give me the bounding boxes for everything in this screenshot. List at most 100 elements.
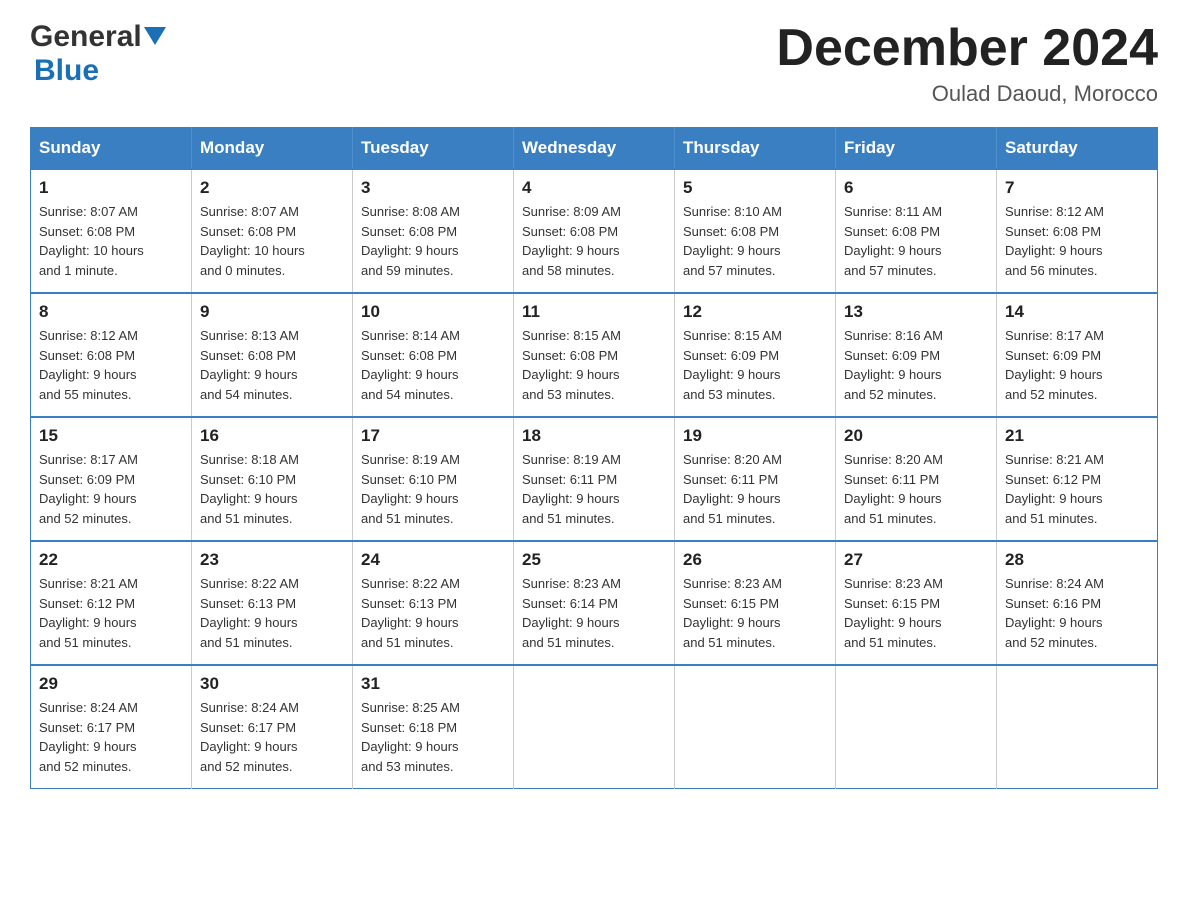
day-info: Sunrise: 8:15 AM Sunset: 6:09 PM Dayligh… xyxy=(683,326,827,404)
day-number: 26 xyxy=(683,550,827,570)
logo-general-text: General xyxy=(30,20,142,54)
calendar-week-row: 29 Sunrise: 8:24 AM Sunset: 6:17 PM Dayl… xyxy=(31,665,1158,789)
table-row: 29 Sunrise: 8:24 AM Sunset: 6:17 PM Dayl… xyxy=(31,665,192,789)
day-info: Sunrise: 8:21 AM Sunset: 6:12 PM Dayligh… xyxy=(1005,450,1149,528)
header-saturday: Saturday xyxy=(997,128,1158,170)
day-number: 23 xyxy=(200,550,344,570)
table-row: 22 Sunrise: 8:21 AM Sunset: 6:12 PM Dayl… xyxy=(31,541,192,665)
day-info: Sunrise: 8:24 AM Sunset: 6:17 PM Dayligh… xyxy=(200,698,344,776)
day-number: 9 xyxy=(200,302,344,322)
day-info: Sunrise: 8:20 AM Sunset: 6:11 PM Dayligh… xyxy=(683,450,827,528)
logo: General Blue xyxy=(30,20,166,88)
day-number: 10 xyxy=(361,302,505,322)
table-row: 31 Sunrise: 8:25 AM Sunset: 6:18 PM Dayl… xyxy=(353,665,514,789)
day-info: Sunrise: 8:10 AM Sunset: 6:08 PM Dayligh… xyxy=(683,202,827,280)
calendar-week-row: 8 Sunrise: 8:12 AM Sunset: 6:08 PM Dayli… xyxy=(31,293,1158,417)
day-number: 11 xyxy=(522,302,666,322)
table-row: 14 Sunrise: 8:17 AM Sunset: 6:09 PM Dayl… xyxy=(997,293,1158,417)
logo-triangle-icon xyxy=(144,27,166,49)
table-row: 11 Sunrise: 8:15 AM Sunset: 6:08 PM Dayl… xyxy=(514,293,675,417)
day-info: Sunrise: 8:17 AM Sunset: 6:09 PM Dayligh… xyxy=(39,450,183,528)
table-row: 15 Sunrise: 8:17 AM Sunset: 6:09 PM Dayl… xyxy=(31,417,192,541)
day-number: 30 xyxy=(200,674,344,694)
day-info: Sunrise: 8:08 AM Sunset: 6:08 PM Dayligh… xyxy=(361,202,505,280)
day-info: Sunrise: 8:25 AM Sunset: 6:18 PM Dayligh… xyxy=(361,698,505,776)
table-row: 26 Sunrise: 8:23 AM Sunset: 6:15 PM Dayl… xyxy=(675,541,836,665)
table-row: 1 Sunrise: 8:07 AM Sunset: 6:08 PM Dayli… xyxy=(31,169,192,293)
day-info: Sunrise: 8:07 AM Sunset: 6:08 PM Dayligh… xyxy=(200,202,344,280)
day-info: Sunrise: 8:23 AM Sunset: 6:15 PM Dayligh… xyxy=(844,574,988,652)
day-info: Sunrise: 8:24 AM Sunset: 6:17 PM Dayligh… xyxy=(39,698,183,776)
header-sunday: Sunday xyxy=(31,128,192,170)
table-row: 16 Sunrise: 8:18 AM Sunset: 6:10 PM Dayl… xyxy=(192,417,353,541)
day-number: 4 xyxy=(522,178,666,198)
table-row: 27 Sunrise: 8:23 AM Sunset: 6:15 PM Dayl… xyxy=(836,541,997,665)
day-info: Sunrise: 8:15 AM Sunset: 6:08 PM Dayligh… xyxy=(522,326,666,404)
table-row: 9 Sunrise: 8:13 AM Sunset: 6:08 PM Dayli… xyxy=(192,293,353,417)
day-number: 5 xyxy=(683,178,827,198)
logo-blue-text: Blue xyxy=(34,54,99,87)
day-info: Sunrise: 8:18 AM Sunset: 6:10 PM Dayligh… xyxy=(200,450,344,528)
header-monday: Monday xyxy=(192,128,353,170)
header-thursday: Thursday xyxy=(675,128,836,170)
day-number: 7 xyxy=(1005,178,1149,198)
day-info: Sunrise: 8:07 AM Sunset: 6:08 PM Dayligh… xyxy=(39,202,183,280)
day-number: 22 xyxy=(39,550,183,570)
day-number: 20 xyxy=(844,426,988,446)
day-number: 15 xyxy=(39,426,183,446)
table-row: 17 Sunrise: 8:19 AM Sunset: 6:10 PM Dayl… xyxy=(353,417,514,541)
header-friday: Friday xyxy=(836,128,997,170)
location: Oulad Daoud, Morocco xyxy=(776,81,1158,107)
day-number: 27 xyxy=(844,550,988,570)
month-title: December 2024 xyxy=(776,20,1158,77)
day-number: 17 xyxy=(361,426,505,446)
day-info: Sunrise: 8:13 AM Sunset: 6:08 PM Dayligh… xyxy=(200,326,344,404)
day-info: Sunrise: 8:17 AM Sunset: 6:09 PM Dayligh… xyxy=(1005,326,1149,404)
day-info: Sunrise: 8:23 AM Sunset: 6:14 PM Dayligh… xyxy=(522,574,666,652)
day-info: Sunrise: 8:22 AM Sunset: 6:13 PM Dayligh… xyxy=(361,574,505,652)
day-number: 2 xyxy=(200,178,344,198)
table-row: 8 Sunrise: 8:12 AM Sunset: 6:08 PM Dayli… xyxy=(31,293,192,417)
day-number: 25 xyxy=(522,550,666,570)
table-row: 12 Sunrise: 8:15 AM Sunset: 6:09 PM Dayl… xyxy=(675,293,836,417)
table-row xyxy=(675,665,836,789)
page-header: General Blue December 2024 Oulad Daoud, … xyxy=(30,20,1158,107)
table-row: 24 Sunrise: 8:22 AM Sunset: 6:13 PM Dayl… xyxy=(353,541,514,665)
day-info: Sunrise: 8:24 AM Sunset: 6:16 PM Dayligh… xyxy=(1005,574,1149,652)
table-row: 6 Sunrise: 8:11 AM Sunset: 6:08 PM Dayli… xyxy=(836,169,997,293)
day-info: Sunrise: 8:23 AM Sunset: 6:15 PM Dayligh… xyxy=(683,574,827,652)
table-row: 30 Sunrise: 8:24 AM Sunset: 6:17 PM Dayl… xyxy=(192,665,353,789)
day-number: 18 xyxy=(522,426,666,446)
day-info: Sunrise: 8:11 AM Sunset: 6:08 PM Dayligh… xyxy=(844,202,988,280)
day-number: 16 xyxy=(200,426,344,446)
table-row: 3 Sunrise: 8:08 AM Sunset: 6:08 PM Dayli… xyxy=(353,169,514,293)
header-wednesday: Wednesday xyxy=(514,128,675,170)
table-row: 13 Sunrise: 8:16 AM Sunset: 6:09 PM Dayl… xyxy=(836,293,997,417)
calendar-table: Sunday Monday Tuesday Wednesday Thursday… xyxy=(30,127,1158,789)
day-info: Sunrise: 8:12 AM Sunset: 6:08 PM Dayligh… xyxy=(1005,202,1149,280)
day-info: Sunrise: 8:16 AM Sunset: 6:09 PM Dayligh… xyxy=(844,326,988,404)
day-number: 24 xyxy=(361,550,505,570)
table-row xyxy=(997,665,1158,789)
day-info: Sunrise: 8:19 AM Sunset: 6:10 PM Dayligh… xyxy=(361,450,505,528)
table-row: 4 Sunrise: 8:09 AM Sunset: 6:08 PM Dayli… xyxy=(514,169,675,293)
day-number: 6 xyxy=(844,178,988,198)
day-info: Sunrise: 8:14 AM Sunset: 6:08 PM Dayligh… xyxy=(361,326,505,404)
day-info: Sunrise: 8:12 AM Sunset: 6:08 PM Dayligh… xyxy=(39,326,183,404)
table-row: 7 Sunrise: 8:12 AM Sunset: 6:08 PM Dayli… xyxy=(997,169,1158,293)
table-row: 2 Sunrise: 8:07 AM Sunset: 6:08 PM Dayli… xyxy=(192,169,353,293)
day-info: Sunrise: 8:20 AM Sunset: 6:11 PM Dayligh… xyxy=(844,450,988,528)
table-row: 5 Sunrise: 8:10 AM Sunset: 6:08 PM Dayli… xyxy=(675,169,836,293)
day-info: Sunrise: 8:21 AM Sunset: 6:12 PM Dayligh… xyxy=(39,574,183,652)
day-number: 31 xyxy=(361,674,505,694)
calendar-week-row: 22 Sunrise: 8:21 AM Sunset: 6:12 PM Dayl… xyxy=(31,541,1158,665)
day-info: Sunrise: 8:19 AM Sunset: 6:11 PM Dayligh… xyxy=(522,450,666,528)
table-row xyxy=(836,665,997,789)
table-row: 25 Sunrise: 8:23 AM Sunset: 6:14 PM Dayl… xyxy=(514,541,675,665)
table-row xyxy=(514,665,675,789)
day-number: 19 xyxy=(683,426,827,446)
table-row: 18 Sunrise: 8:19 AM Sunset: 6:11 PM Dayl… xyxy=(514,417,675,541)
table-row: 19 Sunrise: 8:20 AM Sunset: 6:11 PM Dayl… xyxy=(675,417,836,541)
day-number: 13 xyxy=(844,302,988,322)
calendar-week-row: 1 Sunrise: 8:07 AM Sunset: 6:08 PM Dayli… xyxy=(31,169,1158,293)
